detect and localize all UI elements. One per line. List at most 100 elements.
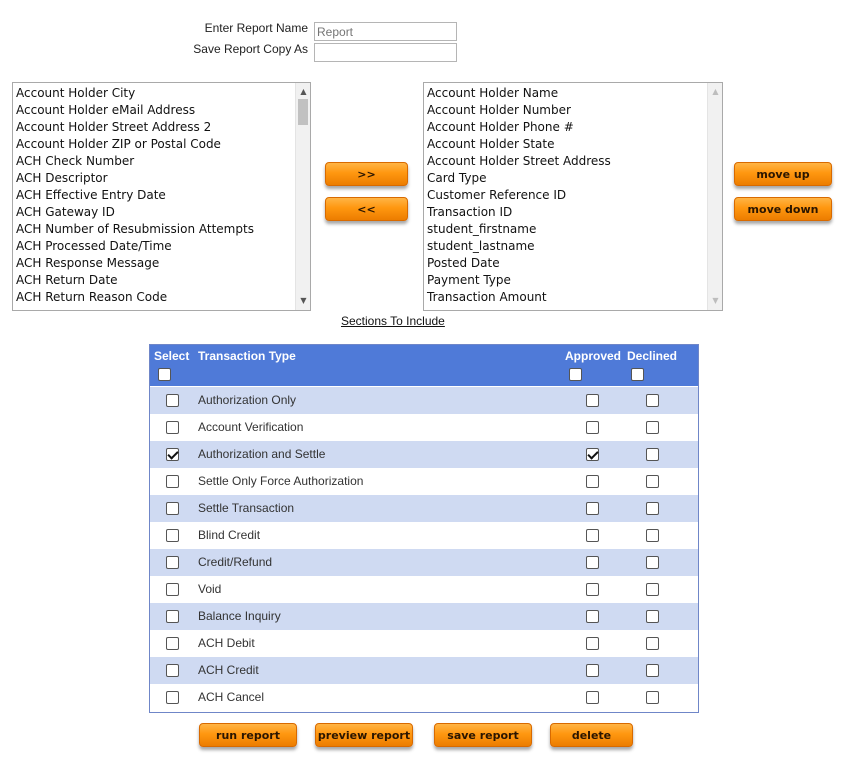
approved-checkbox[interactable]: [586, 475, 599, 488]
list-option[interactable]: Transaction ID: [427, 204, 611, 221]
select-checkbox[interactable]: [166, 502, 179, 515]
selected-fields-scrollbar[interactable]: ▲ ▼: [707, 83, 722, 310]
approved-checkbox[interactable]: [586, 502, 599, 515]
list-option[interactable]: ACH Descriptor: [16, 170, 254, 187]
table-row: Void: [150, 576, 698, 603]
selected-fields-list[interactable]: Account Holder Name Account Holder Number…: [423, 82, 723, 311]
list-option[interactable]: Account Holder Phone #: [427, 119, 611, 136]
table-row: Blind Credit: [150, 522, 698, 549]
list-option[interactable]: student_lastname: [427, 238, 611, 255]
approved-checkbox[interactable]: [586, 421, 599, 434]
list-option[interactable]: Customer Reference ID: [427, 187, 611, 204]
report-name-input[interactable]: [314, 22, 457, 41]
add-field-button[interactable]: >>: [325, 162, 408, 186]
declined-checkbox[interactable]: [646, 448, 659, 461]
list-option[interactable]: Account Holder State: [427, 136, 611, 153]
list-option[interactable]: ACH Check Number: [16, 153, 254, 170]
approved-checkbox[interactable]: [586, 448, 599, 461]
list-option[interactable]: student_firstname: [427, 221, 611, 238]
list-option[interactable]: ACH Return Date: [16, 272, 254, 289]
declined-checkbox[interactable]: [646, 421, 659, 434]
select-all-checkbox[interactable]: [158, 368, 171, 381]
table-row: ACH Credit: [150, 657, 698, 684]
col-approved-header: Approved: [565, 349, 622, 363]
table-header: Select Transaction Type Approved Decline…: [150, 345, 698, 386]
declined-checkbox[interactable]: [646, 502, 659, 515]
list-option[interactable]: ACH Gateway ID: [16, 204, 254, 221]
approved-checkbox[interactable]: [586, 394, 599, 407]
declined-checkbox[interactable]: [646, 475, 659, 488]
approved-checkbox[interactable]: [586, 610, 599, 623]
list-option[interactable]: Card Type: [427, 170, 611, 187]
sections-to-include-link[interactable]: Sections To Include: [341, 314, 445, 328]
scroll-up-arrow-icon[interactable]: ▲: [708, 85, 722, 99]
transaction-type-label: Authorization and Settle: [198, 447, 326, 461]
col-select-header: Select: [154, 349, 190, 363]
list-option[interactable]: ACH Response Message: [16, 255, 254, 272]
select-checkbox[interactable]: [166, 556, 179, 569]
table-row: Settle Only Force Authorization: [150, 468, 698, 495]
list-option[interactable]: Account Holder ZIP or Postal Code: [16, 136, 254, 153]
approved-checkbox[interactable]: [586, 556, 599, 569]
list-option[interactable]: Payment Type: [427, 272, 611, 289]
list-option[interactable]: Account Holder eMail Address: [16, 102, 254, 119]
approved-checkbox[interactable]: [586, 691, 599, 704]
transaction-type-label: Settle Transaction: [198, 501, 295, 515]
list-option[interactable]: Account Holder Street Address: [427, 153, 611, 170]
move-down-button[interactable]: move down: [734, 197, 832, 221]
list-option[interactable]: Transaction Amount: [427, 289, 611, 306]
approved-checkbox[interactable]: [586, 664, 599, 677]
list-option[interactable]: ACH Number of Resubmission Attempts: [16, 221, 254, 238]
select-checkbox[interactable]: [166, 691, 179, 704]
select-checkbox[interactable]: [166, 637, 179, 650]
scroll-up-arrow-icon[interactable]: ▲: [296, 85, 310, 99]
declined-checkbox[interactable]: [646, 583, 659, 596]
scroll-thumb[interactable]: [298, 99, 308, 125]
declined-checkbox[interactable]: [646, 610, 659, 623]
select-checkbox[interactable]: [166, 529, 179, 542]
transaction-type-label: ACH Debit: [198, 636, 255, 650]
select-checkbox[interactable]: [166, 394, 179, 407]
scroll-down-arrow-icon[interactable]: ▼: [708, 294, 722, 308]
select-checkbox[interactable]: [166, 475, 179, 488]
approved-all-checkbox[interactable]: [569, 368, 582, 381]
table-row: Credit/Refund: [150, 549, 698, 576]
declined-checkbox[interactable]: [646, 529, 659, 542]
list-option[interactable]: ACH Processed Date/Time: [16, 238, 254, 255]
approved-checkbox[interactable]: [586, 583, 599, 596]
move-up-button[interactable]: move up: [734, 162, 832, 186]
declined-checkbox[interactable]: [646, 556, 659, 569]
declined-checkbox[interactable]: [646, 394, 659, 407]
select-checkbox[interactable]: [166, 610, 179, 623]
remove-field-button[interactable]: <<: [325, 197, 408, 221]
available-fields-scrollbar[interactable]: ▲ ▼: [295, 83, 310, 310]
declined-checkbox[interactable]: [646, 637, 659, 650]
list-option[interactable]: Account Holder City: [16, 85, 254, 102]
save-report-button[interactable]: save report: [434, 723, 532, 747]
select-checkbox[interactable]: [166, 448, 179, 461]
list-option[interactable]: ACH Effective Entry Date: [16, 187, 254, 204]
scroll-down-arrow-icon[interactable]: ▼: [296, 294, 310, 308]
copy-as-input[interactable]: [314, 43, 457, 62]
approved-checkbox[interactable]: [586, 637, 599, 650]
select-checkbox[interactable]: [166, 664, 179, 677]
list-option[interactable]: Account Holder Number: [427, 102, 611, 119]
list-option[interactable]: Posted Date: [427, 255, 611, 272]
select-checkbox[interactable]: [166, 583, 179, 596]
approved-checkbox[interactable]: [586, 529, 599, 542]
report-name-label: Enter Report Name: [204, 21, 308, 35]
transaction-type-label: Settle Only Force Authorization: [198, 474, 364, 488]
preview-report-button[interactable]: preview report: [315, 723, 413, 747]
transaction-type-label: ACH Credit: [198, 663, 259, 677]
transaction-type-label: Void: [198, 582, 222, 596]
list-option[interactable]: Account Holder Street Address 2: [16, 119, 254, 136]
declined-checkbox[interactable]: [646, 664, 659, 677]
run-report-button[interactable]: run report: [199, 723, 297, 747]
list-option[interactable]: ACH Return Reason Code: [16, 289, 254, 306]
declined-all-checkbox[interactable]: [631, 368, 644, 381]
select-checkbox[interactable]: [166, 421, 179, 434]
available-fields-list[interactable]: Account Holder City Account Holder eMail …: [12, 82, 311, 311]
declined-checkbox[interactable]: [646, 691, 659, 704]
list-option[interactable]: Account Holder Name: [427, 85, 611, 102]
delete-report-button[interactable]: delete: [550, 723, 633, 747]
